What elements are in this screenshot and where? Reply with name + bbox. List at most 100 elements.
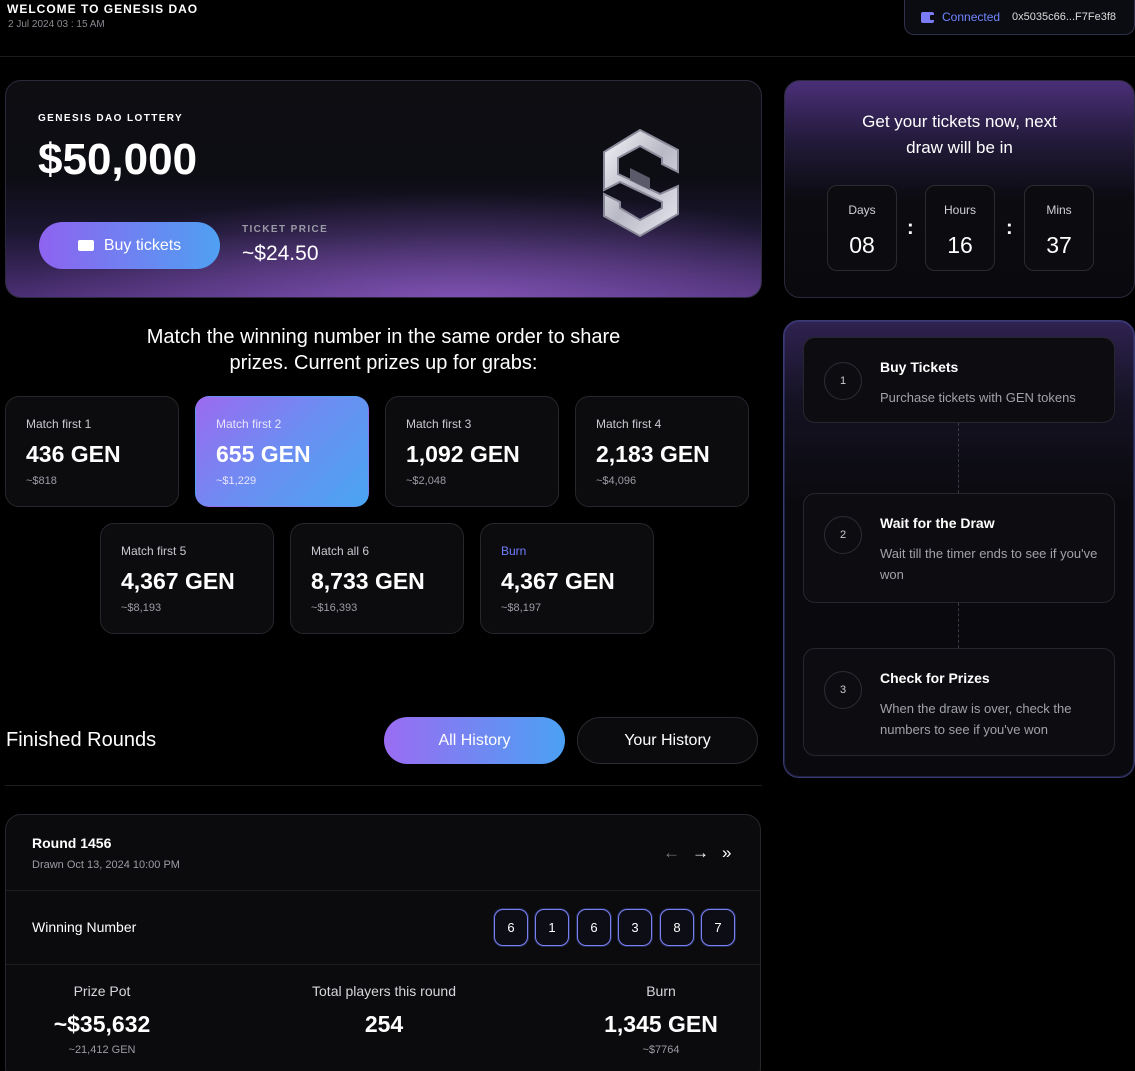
prize-card-match-3[interactable]: Match first 3 1,092 GEN ~$2,048: [385, 396, 559, 507]
burn-stat: Burn 1,345 GEN ~$7764: [586, 983, 736, 1056]
prize-label: Match all 6: [311, 544, 370, 558]
round-draw-date: Drawn Oct 13, 2024 10:00 PM: [32, 859, 180, 871]
winning-number-ball: 7: [701, 909, 735, 946]
step-card-check-prizes: 3 Check for Prizes When the draw is over…: [803, 648, 1115, 756]
countdown-hours: Hours 16: [925, 185, 995, 271]
step-connector: [958, 603, 959, 648]
tab-all-history[interactable]: All History: [384, 717, 565, 764]
burn-usd: ~$7764: [642, 1044, 680, 1056]
mins-label: Mins: [1046, 203, 1072, 217]
step-title: Wait for the Draw: [880, 515, 995, 531]
lottery-label: GENESIS DAO LOTTERY: [38, 113, 184, 124]
prize-card-match-all-6[interactable]: Match all 6 8,733 GEN ~$16,393: [290, 523, 464, 634]
winning-number-ball: 1: [535, 909, 569, 946]
step-title: Buy Tickets: [880, 359, 959, 375]
step-description: Wait till the timer ends to see if you'v…: [880, 546, 1098, 582]
step-description: Purchase tickets with GEN tokens: [880, 390, 1076, 405]
prize-label: Burn: [501, 544, 527, 558]
match-title: Match the winning number in the same ord…: [5, 324, 762, 376]
buy-tickets-button[interactable]: Buy tickets: [39, 222, 220, 269]
prize-value: 4,367 GEN: [501, 568, 615, 594]
match-title-line1: Match the winning number in the same ord…: [146, 326, 621, 348]
step-connector: [958, 423, 959, 493]
wallet-status: Connected: [942, 10, 1001, 24]
prize-usd: ~$16,393: [311, 602, 358, 614]
prize-usd: ~$818: [26, 475, 57, 487]
prize-label: Match first 3: [406, 417, 472, 431]
winning-number-ball: 6: [494, 909, 528, 946]
burn-label: Burn: [646, 983, 676, 999]
prize-card-match-1[interactable]: Match first 1 436 GEN ~$818: [5, 396, 179, 507]
step-number: 3: [824, 671, 862, 709]
buy-tickets-label: Buy tickets: [103, 236, 182, 254]
countdown-days: Days 08: [827, 185, 897, 271]
ticket-price-label: TICKET PRICE: [242, 224, 329, 235]
prize-usd: ~$8,193: [121, 602, 162, 614]
prize-label: Match first 4: [596, 417, 662, 431]
step-card-wait-for-draw: 2 Wait for the Draw Wait till the timer …: [803, 493, 1115, 603]
prize-usd: ~$8,197: [501, 602, 542, 614]
prize-pot-gen: ~21,412 GEN: [68, 1044, 136, 1056]
prize-usd: ~$2,048: [406, 475, 447, 487]
latest-round-double-chevron-icon[interactable]: »: [722, 843, 731, 863]
finished-rounds-title: Finished Rounds: [6, 729, 157, 751]
prize-label: Match first 5: [121, 544, 187, 558]
prize-usd: ~$4,096: [596, 475, 637, 487]
current-datetime: 2 Jul 2024 03 : 15 AM: [8, 19, 105, 30]
days-value: 08: [849, 232, 875, 258]
hours-value: 16: [947, 232, 973, 258]
lottery-hero-card: GENESIS DAO LOTTERY $50,000 Buy tickets …: [5, 80, 762, 298]
wallet-icon: [921, 11, 935, 23]
countdown-title-line2: draw will be in: [906, 138, 1013, 157]
divider: [6, 890, 760, 891]
step-card-buy-tickets: 1 Buy Tickets Purchase tickets with GEN …: [803, 337, 1115, 423]
prize-label: Match first 1: [26, 417, 92, 431]
round-name: Round 1456: [32, 835, 112, 851]
step-number: 2: [824, 516, 862, 554]
prize-usd: ~$1,229: [216, 475, 257, 487]
jackpot-amount: $50,000: [38, 135, 198, 184]
total-players-value: 254: [364, 1011, 404, 1037]
days-label: Days: [848, 203, 876, 217]
divider: [6, 964, 760, 965]
genesis-logo-icon: [603, 128, 679, 238]
total-players-stat: Total players this round 254: [278, 983, 490, 1038]
countdown-separator: :: [907, 217, 914, 239]
prize-pot-stat: Prize Pot ~$35,632 ~21,412 GEN: [22, 983, 182, 1056]
burn-value: 1,345 GEN: [604, 1011, 718, 1037]
next-round-arrow-icon[interactable]: →: [692, 843, 709, 863]
prize-value: 4,367 GEN: [121, 568, 235, 594]
prize-value: 8,733 GEN: [311, 568, 425, 594]
prize-card-match-2[interactable]: Match first 2 655 GEN ~$1,229: [195, 396, 369, 507]
hours-label: Hours: [943, 203, 976, 217]
divider: [5, 785, 762, 786]
prize-pot-label: Prize Pot: [73, 983, 131, 999]
prize-card-match-4[interactable]: Match first 4 2,183 GEN ~$4,096: [575, 396, 749, 507]
countdown-card: Get your tickets now, next draw will be …: [784, 80, 1135, 298]
step-title: Check for Prizes: [880, 670, 990, 686]
mins-value: 37: [1046, 232, 1072, 258]
wallet-connect-button[interactable]: Connected 0x5035c66...F7Fe3f8: [904, 0, 1135, 35]
prize-card-burn[interactable]: Burn 4,367 GEN ~$8,197: [480, 523, 654, 634]
welcome-title: WELCOME TO GENESIS DAO: [7, 2, 199, 16]
prize-value: 655 GEN: [216, 441, 311, 467]
how-it-works-panel: 1 Buy Tickets Purchase tickets with GEN …: [783, 320, 1135, 778]
winning-number-ball: 8: [660, 909, 694, 946]
prize-value: 436 GEN: [26, 441, 121, 467]
prize-label: Match first 2: [216, 417, 282, 431]
countdown-title: Get your tickets now, next draw will be …: [785, 109, 1134, 161]
total-players-label: Total players this round: [312, 983, 456, 999]
prize-card-match-5[interactable]: Match first 5 4,367 GEN ~$8,193: [100, 523, 274, 634]
wallet-address: 0x5035c66...F7Fe3f8: [1012, 11, 1117, 23]
winning-number-ball: 3: [618, 909, 652, 946]
tab-your-history[interactable]: Your History: [577, 717, 758, 764]
step-description: When the draw is over, check the numbers…: [880, 701, 1072, 737]
ticket-icon: [77, 240, 94, 251]
prize-pot-value: ~$35,632: [53, 1011, 151, 1037]
previous-round-arrow-icon[interactable]: ←: [663, 843, 680, 863]
countdown-separator: :: [1006, 217, 1013, 239]
winning-number-ball: 6: [577, 909, 611, 946]
prize-value: 2,183 GEN: [596, 441, 710, 467]
ticket-price: ~$24.50: [242, 242, 319, 265]
countdown-mins: Mins 37: [1024, 185, 1094, 271]
